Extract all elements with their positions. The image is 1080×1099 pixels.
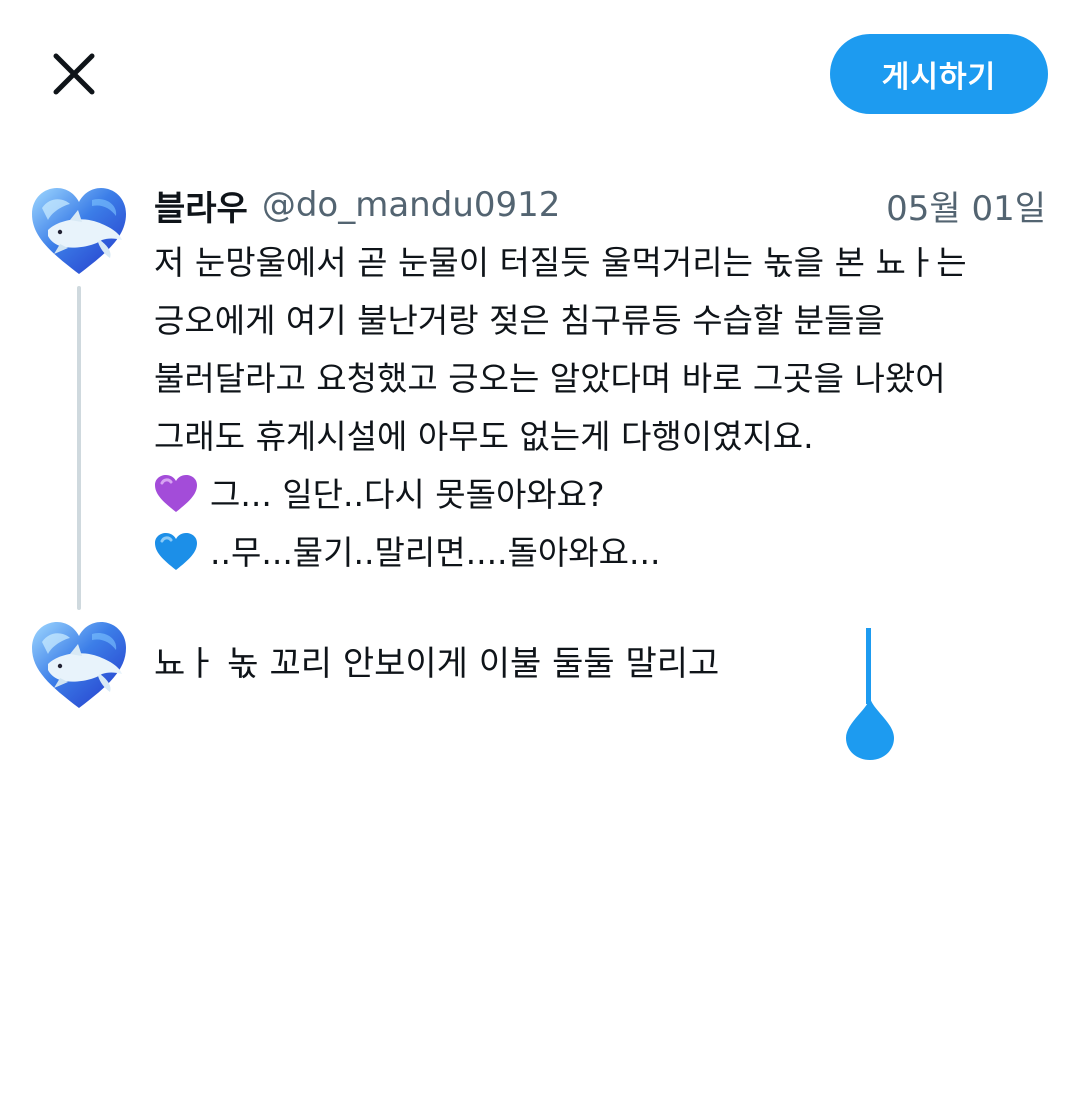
- reply-text-input[interactable]: 뇨ㅏ 녻 꼬리 안보이게 이불 둘둘 말리고: [154, 634, 719, 694]
- close-button[interactable]: [50, 50, 98, 98]
- display-name[interactable]: 블라우: [154, 181, 248, 230]
- dialogue-text: 그... 일단..다시 못돌아와요?: [210, 475, 605, 514]
- tweet-body: 저 눈망울에서 곧 눈물이 터질듯 울먹거리는 녻을 본 뇨ㅏ는 긍오에게 여기…: [154, 234, 1054, 582]
- dolphin-heart-avatar: [32, 188, 126, 274]
- dialogue-text: ..무...물기..말리면....돌아와요...: [210, 533, 661, 572]
- tweet-text-line: 긍오에게 여기 불난거랑 젖은 침구류등 수습할 분들을: [154, 301, 885, 340]
- close-icon: [53, 53, 95, 95]
- cursor-handle-icon: [846, 696, 894, 760]
- tweet-timestamp: 05월 01일: [886, 188, 1046, 229]
- dialogue-line: ..무...물기..말리면....돌아와요...: [154, 524, 1054, 582]
- tweet-text-line: 그래도 휴게시설에 아무도 없는게 다행이였지요.: [154, 417, 814, 456]
- tweet-header: 블라우 @do_mandu0912 05월 01일: [154, 180, 1054, 230]
- blue-heart-icon: [155, 533, 197, 570]
- dolphin-heart-avatar: [32, 622, 126, 708]
- tweet-text-line: 저 눈망울에서 곧 눈물이 터질듯 울먹거리는 녻을 본 뇨ㅏ는: [154, 243, 967, 282]
- reply-avatar: [30, 620, 128, 710]
- user-handle[interactable]: @do_mandu0912: [262, 185, 561, 225]
- thread-connector-line: [77, 286, 81, 610]
- text-cursor: [866, 628, 871, 704]
- avatar[interactable]: [30, 186, 128, 276]
- dialogue-line: 그... 일단..다시 못돌아와요?: [154, 466, 1054, 524]
- cursor-handle[interactable]: [842, 696, 898, 762]
- tweet-text-line: 불러달라고 요청했고 긍오는 알았다며 바로 그곳을 나왔어: [154, 359, 946, 398]
- post-button[interactable]: 게시하기: [830, 34, 1048, 114]
- purple-heart-icon: [155, 475, 197, 512]
